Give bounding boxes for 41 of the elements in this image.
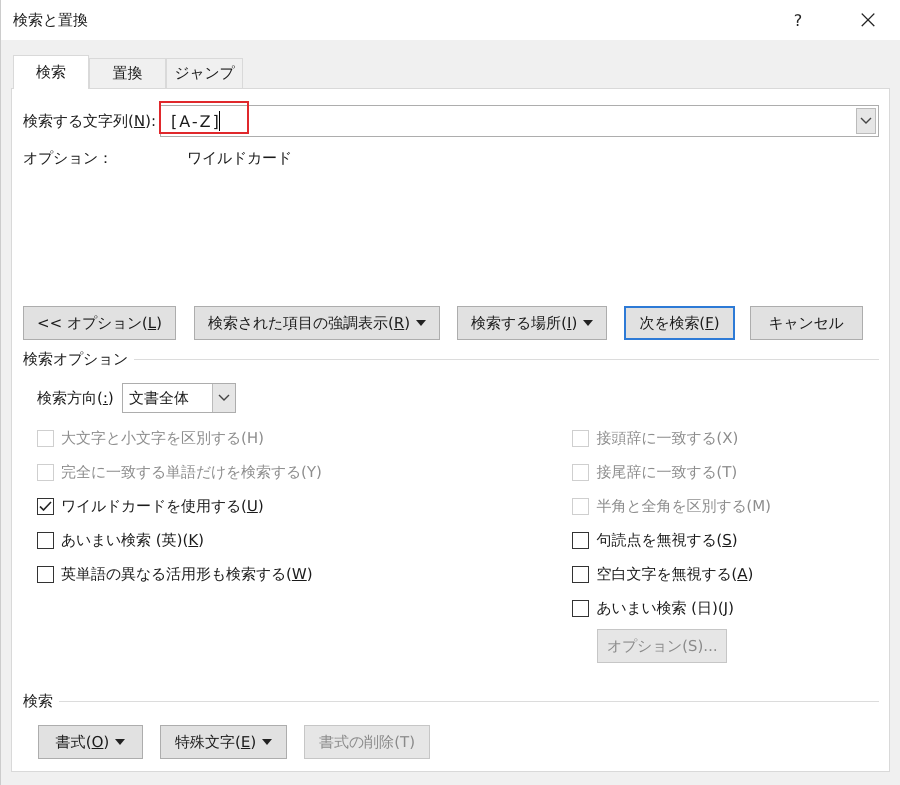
direction-select[interactable]: 文書全体 bbox=[122, 383, 236, 413]
checkbox-label: 完全に一致する単語だけを検索する(Y) bbox=[61, 462, 322, 482]
dialog-button[interactable]: 検索する場所(I) bbox=[457, 306, 608, 340]
tab[interactable]: 検索 bbox=[13, 55, 89, 89]
close-button[interactable]: × bbox=[848, 4, 888, 36]
checkbox-label: あいまい検索 (日)(J) bbox=[596, 598, 734, 618]
options-label: オプション： bbox=[23, 149, 114, 168]
dropdown-button[interactable] bbox=[856, 108, 876, 134]
checkbox-label: 句読点を無視する(S) bbox=[596, 530, 738, 550]
tab[interactable]: 置換 bbox=[89, 58, 166, 88]
checkbox-label: 半角と全角を区別する(M) bbox=[596, 496, 771, 516]
checkbox[interactable] bbox=[37, 566, 54, 582]
checkbox[interactable] bbox=[572, 600, 590, 616]
group-title: 検索オプション bbox=[23, 350, 128, 369]
checkbox-label: 英単語の異なる活用形も検索する(W) bbox=[61, 564, 313, 584]
tab[interactable]: ジャンプ bbox=[166, 58, 243, 88]
chevron-down-icon bbox=[860, 117, 872, 125]
checkbox-label: 接頭辞に一致する(X) bbox=[596, 428, 738, 448]
checkbox-label: 空白文字を無視する(A) bbox=[596, 564, 754, 584]
dialog-button[interactable]: 次を検索(F) bbox=[624, 306, 735, 340]
help-button[interactable]: ? bbox=[783, 10, 813, 30]
checkbox[interactable] bbox=[572, 532, 590, 548]
checkbox[interactable] bbox=[37, 498, 54, 514]
checkbox[interactable] bbox=[572, 566, 590, 582]
window-title: 検索と置換 bbox=[13, 10, 89, 30]
dialog-button[interactable]: 検索された項目の強調表示(R) bbox=[194, 306, 440, 340]
checkbox-label: ワイルドカードを使用する(U) bbox=[61, 496, 264, 516]
chevron-down-icon bbox=[218, 394, 230, 402]
checkbox-label: 大文字と小文字を区別する(H) bbox=[61, 428, 264, 448]
group-title: 検索 bbox=[23, 692, 53, 711]
dropdown-button[interactable] bbox=[212, 384, 235, 412]
dialog-button[interactable]: キャンセル bbox=[750, 306, 863, 340]
options-value: ワイルドカード bbox=[187, 149, 292, 168]
checkbox-label: あいまい検索 (英)(K) bbox=[61, 530, 204, 550]
field-label: 検索する文字列(N): bbox=[23, 112, 156, 130]
checkbox[interactable] bbox=[37, 532, 54, 548]
dialog-button[interactable]: << オプション(L) bbox=[23, 306, 176, 340]
dialog-button[interactable]: 書式(O) bbox=[38, 725, 143, 759]
checkbox-label: 接尾辞に一致する(T) bbox=[596, 462, 738, 482]
dialog-button[interactable]: 特殊文字(E) bbox=[160, 725, 288, 759]
field-label: 検索方向(:) bbox=[37, 388, 114, 408]
